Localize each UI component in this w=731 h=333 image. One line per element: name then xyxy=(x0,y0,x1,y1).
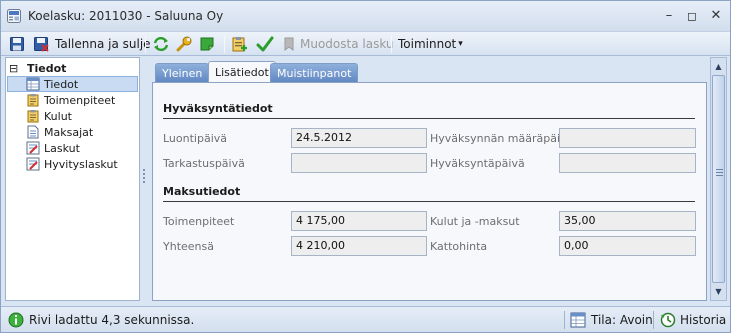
costs-field[interactable]: 35,00 xyxy=(559,211,696,231)
window-title: Koelasku: 2011030 - Saluuna Oy xyxy=(28,9,224,23)
splitter-grip-dot xyxy=(143,173,145,175)
section-divider xyxy=(163,201,695,202)
save-and-close-label: Tallenna ja sulje xyxy=(55,37,151,51)
scroll-thumb[interactable] xyxy=(712,75,725,283)
toolbar-separator xyxy=(224,36,225,53)
tree-item-maksajat[interactable]: Maksajat xyxy=(26,124,93,140)
status-bar: Rivi ladattu 4,3 sekunnissa. Tila: Avoin… xyxy=(1,306,730,332)
status-separator xyxy=(564,311,565,329)
scroll-up-arrow-icon[interactable]: ▲ xyxy=(711,58,726,75)
refresh-icon xyxy=(153,36,169,52)
tree-item-laskut[interactable]: Laskut xyxy=(26,140,80,156)
tab-muistiinpanot[interactable]: Muistiinpanot xyxy=(270,63,359,83)
table-state-icon xyxy=(570,312,586,328)
history-icon xyxy=(660,312,676,328)
close-button[interactable]: ✕ xyxy=(705,6,727,26)
copy-document-button[interactable] xyxy=(231,34,249,54)
save-button[interactable] xyxy=(9,34,25,54)
credit-note-icon xyxy=(26,157,40,171)
tree-item-hyvityslaskut[interactable]: Hyvityslaskut xyxy=(26,156,118,172)
approve-button[interactable] xyxy=(256,34,274,54)
roof-price-field[interactable]: 0,00 xyxy=(559,236,696,256)
clipboard-icon xyxy=(27,110,39,123)
green-note-icon xyxy=(200,37,214,51)
invoice-app-icon xyxy=(7,9,21,23)
maximize-button[interactable]: ◻ xyxy=(681,6,703,26)
section-divider xyxy=(163,118,695,119)
actions-menu-label: Toiminnot xyxy=(398,37,457,51)
approval-section-title: Hyväksyntätiedot xyxy=(163,102,273,115)
note-button[interactable] xyxy=(199,34,217,54)
splitter-grip-dot xyxy=(143,181,145,183)
status-separator xyxy=(653,311,654,329)
details-panel: Hyväksyntätiedot Luontipäivä 24.5.2012 H… xyxy=(152,82,707,301)
measures-label: Toimenpiteet xyxy=(163,215,235,228)
tree-item-label: Tiedot xyxy=(44,77,79,91)
settings-button[interactable] xyxy=(175,34,193,54)
status-state: Tila: Avoin xyxy=(570,312,653,328)
save-close-icon xyxy=(34,37,49,52)
tree-item-label: Hyvityslaskut xyxy=(44,157,118,171)
status-state-text: Tila: Avoin xyxy=(591,313,653,327)
costs-label: Kulut ja -maksut xyxy=(430,215,520,228)
vertical-scrollbar[interactable]: ▲ ▼ xyxy=(710,57,727,301)
wrench-icon xyxy=(176,36,192,52)
create-invoice-icon xyxy=(284,37,294,51)
navigation-tree: ⊟ Tiedot Tiedot Toimenpiteet Kulut Maksa… xyxy=(5,57,140,301)
floppy-save-icon xyxy=(10,37,24,51)
approval-date-label: Hyväksyntäpäivä xyxy=(430,157,525,170)
status-message-text: Rivi ladattu 4,3 sekunnissa. xyxy=(29,313,195,327)
approval-deadline-label: Hyväksynnän määräpäivä xyxy=(430,132,574,145)
tree-root-label: Tiedot xyxy=(27,61,67,75)
checkmark-icon xyxy=(256,36,274,52)
toolbar-separator xyxy=(391,36,392,53)
refresh-button[interactable] xyxy=(152,34,170,54)
history-label: Historia xyxy=(680,313,727,327)
clipboard-add-icon xyxy=(232,37,247,52)
actions-menu-button[interactable]: Toiminnot ▾ xyxy=(398,34,463,54)
checked-date-field[interactable] xyxy=(291,153,427,173)
tree-root-tiedot[interactable]: ⊟ Tiedot xyxy=(9,60,66,76)
approval-date-field[interactable] xyxy=(559,153,696,173)
invoice-icon xyxy=(26,141,40,155)
tree-item-label: Maksajat xyxy=(44,125,94,139)
created-date-field[interactable]: 24.5.2012 xyxy=(291,128,427,148)
tab-lisatiedot[interactable]: Lisätiedot xyxy=(208,61,276,84)
tree-item-tiedot[interactable]: Tiedot xyxy=(7,76,138,92)
collapse-icon[interactable]: ⊟ xyxy=(9,62,21,75)
chevron-down-icon: ▾ xyxy=(458,39,463,49)
save-and-close-button[interactable]: Tallenna ja sulje xyxy=(33,34,151,54)
application-window: Koelasku: 2011030 - Saluuna Oy – ◻ ✕ Tal… xyxy=(0,0,731,333)
create-invoice-button[interactable]: Muodosta lasku xyxy=(281,34,394,54)
panel-splitter[interactable] xyxy=(141,57,149,301)
status-message: Rivi ladattu 4,3 sekunnissa. xyxy=(8,312,194,328)
status-ok-icon xyxy=(8,312,24,328)
approval-deadline-field[interactable] xyxy=(559,128,696,148)
tree-item-kulut[interactable]: Kulut xyxy=(26,108,72,124)
history-button[interactable]: Historia xyxy=(660,312,726,328)
payment-section-title: Maksutiedot xyxy=(163,185,241,198)
created-date-label: Luontipäivä xyxy=(163,132,228,145)
clipboard-icon xyxy=(27,94,39,107)
total-label: Yhteensä xyxy=(163,240,214,253)
toolbar-separator xyxy=(145,36,146,53)
scroll-down-arrow-icon[interactable]: ▼ xyxy=(711,283,726,300)
tree-item-toimenpiteet[interactable]: Toimenpiteet xyxy=(26,92,115,108)
minimize-button[interactable]: – xyxy=(658,6,680,26)
splitter-grip-dot xyxy=(143,169,145,171)
toolbar: Tallenna ja sulje Muodosta lasku Toiminn… xyxy=(1,31,730,56)
create-invoice-label: Muodosta lasku xyxy=(300,37,394,51)
tree-item-label: Toimenpiteet xyxy=(44,93,116,107)
measures-field[interactable]: 4 175,00 xyxy=(291,211,427,231)
tab-yleinen[interactable]: Yleinen xyxy=(155,63,210,83)
tree-item-label: Laskut xyxy=(44,141,80,155)
total-field[interactable]: 4 210,00 xyxy=(291,236,427,256)
checked-date-label: Tarkastuspäivä xyxy=(163,157,245,170)
roof-price-label: Kattohinta xyxy=(430,240,488,253)
title-bar[interactable]: Koelasku: 2011030 - Saluuna Oy – ◻ ✕ xyxy=(1,1,730,31)
tree-item-label: Kulut xyxy=(44,109,72,123)
splitter-grip-dot xyxy=(143,177,145,179)
table-icon xyxy=(26,77,40,91)
document-icon xyxy=(27,125,39,139)
